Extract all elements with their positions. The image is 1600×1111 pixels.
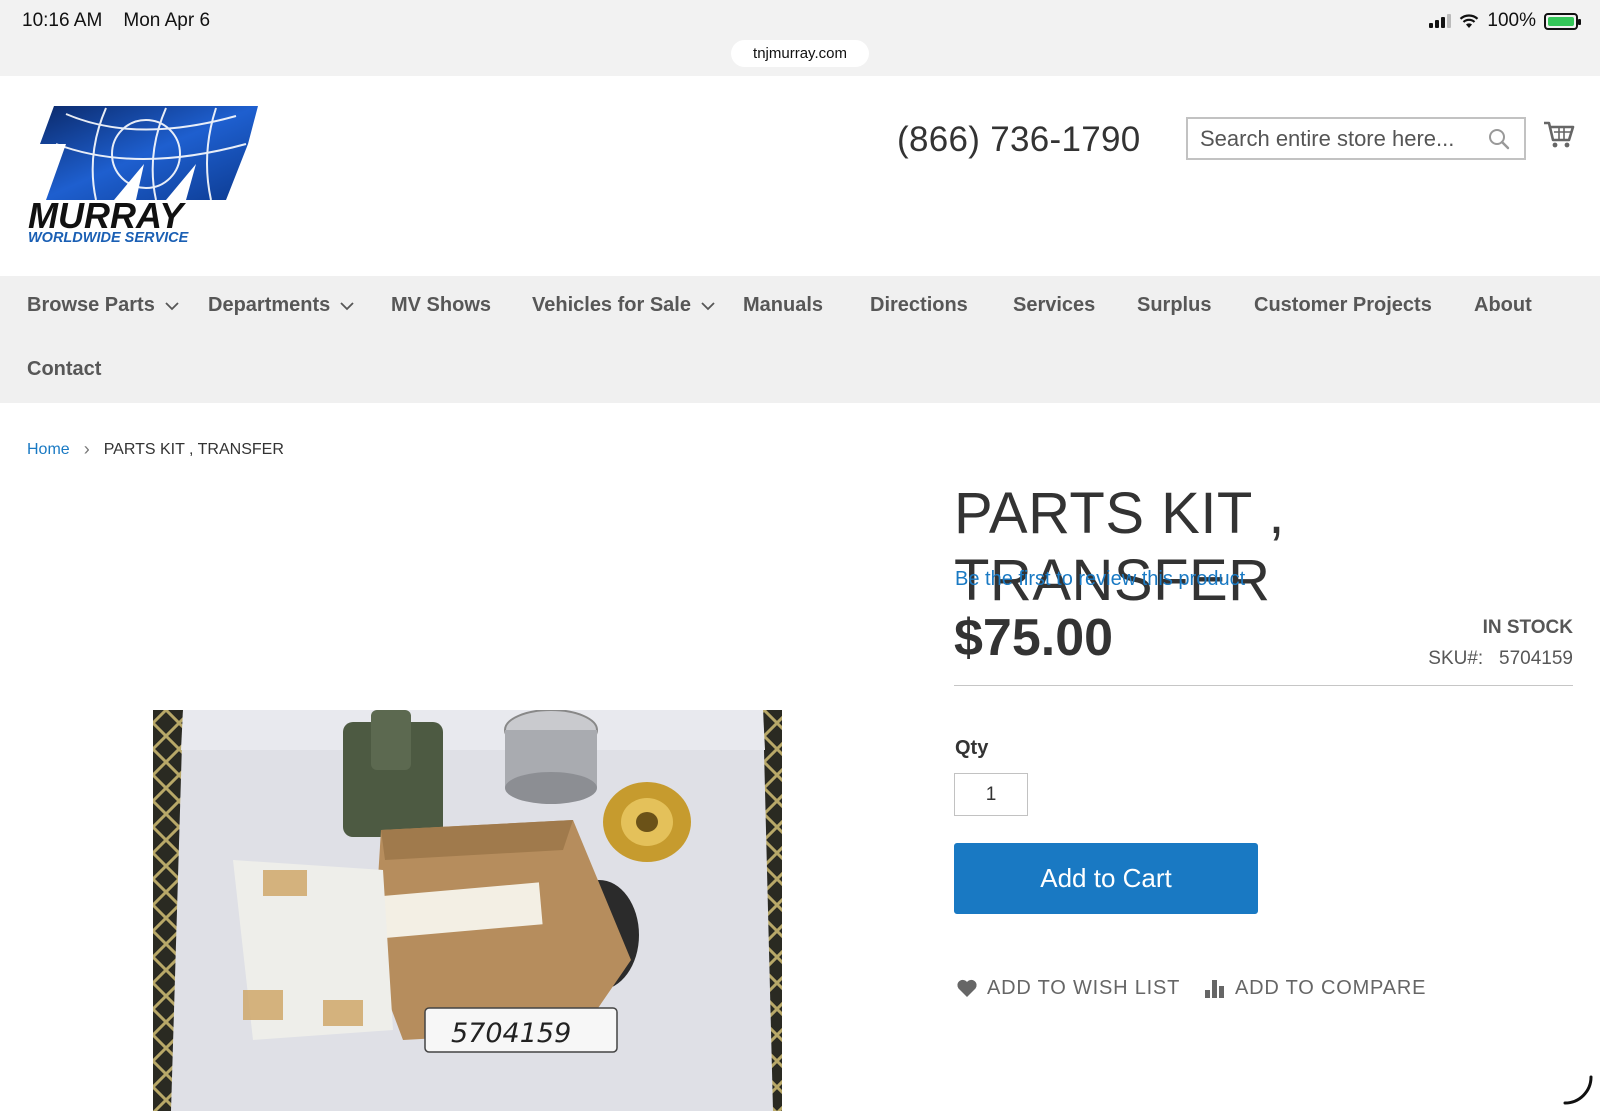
site-logo[interactable]: MURRAY WORLDWIDE SERVICE	[26, 104, 258, 246]
nav-item-label: Vehicles for Sale	[532, 294, 691, 316]
compare-label: ADD TO COMPARE	[1235, 976, 1427, 999]
image-part-label: 5704159	[451, 1018, 571, 1049]
nav-item-directions[interactable]: Directions	[870, 294, 968, 317]
product-price: $75.00	[954, 609, 1114, 667]
nav-item-manuals[interactable]: Manuals	[743, 294, 823, 317]
compare-chart-icon	[1205, 980, 1224, 998]
price-divider	[954, 685, 1573, 686]
battery-percent: 100%	[1487, 10, 1536, 31]
nav-item-label: Manuals	[743, 294, 824, 316]
status-indicators: 100%	[1429, 10, 1581, 32]
wifi-icon	[1460, 14, 1479, 28]
review-link[interactable]: Be the first to review this product	[955, 568, 1245, 591]
breadcrumb-home-link[interactable]: Home	[27, 441, 70, 459]
nav-item-label: Directions	[870, 294, 968, 316]
nav-item-vehicles-for-sale[interactable]: Vehicles for Sale	[532, 294, 715, 317]
status-time: 10:16 AM Mon Apr 6	[22, 10, 210, 32]
search-box	[1186, 117, 1526, 160]
sku-value: 5704159	[1499, 648, 1573, 669]
add-to-wishlist-link[interactable]: ADD TO WISH LIST	[955, 976, 1180, 1000]
wishlist-label: ADD TO WISH LIST	[987, 976, 1181, 999]
qty-input[interactable]	[954, 773, 1028, 816]
breadcrumb-separator-icon: ›	[83, 439, 90, 459]
nav-item-mv-shows[interactable]: MV Shows	[391, 294, 491, 317]
nav-item-browse-parts[interactable]: Browse Parts	[27, 294, 179, 317]
sku-line: SKU#: 5704159	[1428, 648, 1573, 670]
stock-status: IN STOCK	[1482, 617, 1573, 638]
main-navigation: Browse Parts Departments MV Shows Vehicl…	[0, 276, 1600, 403]
phone-number[interactable]: (866) 736-1790	[897, 120, 1141, 160]
status-date: Mon Apr 6	[123, 10, 211, 31]
battery-icon	[1544, 12, 1581, 30]
chevron-down-icon	[701, 301, 715, 310]
cart-icon[interactable]	[1543, 118, 1575, 150]
logo-subtext: WORLDWIDE SERVICE	[28, 230, 190, 244]
nav-item-surplus[interactable]: Surplus	[1137, 294, 1211, 317]
nav-item-label: Services	[1013, 294, 1096, 316]
status-clock: 10:16 AM	[22, 10, 103, 31]
breadcrumb: Home › PARTS KIT , TRANSFER	[27, 439, 284, 460]
nav-item-label: Browse Parts	[27, 294, 155, 316]
nav-item-label: MV Shows	[391, 294, 492, 316]
nav-item-label: Customer Projects	[1254, 294, 1432, 316]
url-bar[interactable]: tnjmurray.com	[731, 40, 869, 67]
nav-item-label: Surplus	[1137, 294, 1212, 316]
sku-label: SKU#:	[1428, 648, 1484, 669]
nav-item-customer-projects[interactable]: Customer Projects	[1254, 294, 1432, 317]
heart-icon	[957, 979, 977, 997]
product-image[interactable]: 5704159	[153, 710, 782, 1111]
search-icon[interactable]	[1488, 128, 1510, 150]
add-to-compare-link[interactable]: ADD TO COMPARE	[1203, 976, 1426, 1000]
nav-item-about[interactable]: About	[1474, 294, 1532, 317]
nav-item-label: About	[1474, 294, 1532, 316]
qty-label: Qty	[955, 737, 989, 759]
product-title: PARTS KIT , TRANSFER	[954, 481, 1286, 613]
chevron-down-icon	[165, 301, 179, 310]
cell-signal-icon	[1429, 14, 1452, 28]
add-to-cart-button[interactable]: Add to Cart	[954, 843, 1258, 914]
chevron-down-icon	[340, 301, 354, 310]
nav-item-label: Departments	[208, 294, 331, 316]
breadcrumb-current: PARTS KIT , TRANSFER	[103, 440, 284, 458]
nav-item-departments[interactable]: Departments	[208, 294, 354, 317]
nav-item-services[interactable]: Services	[1013, 294, 1095, 317]
loading-spinner-icon	[1563, 1075, 1593, 1105]
browser-top-bar: 10:16 AM Mon Apr 6 100% tnjmurray.com	[0, 0, 1600, 76]
nav-item-contact[interactable]: Contact	[27, 358, 101, 381]
nav-item-label: Contact	[27, 358, 102, 380]
search-input[interactable]	[1200, 119, 1480, 158]
